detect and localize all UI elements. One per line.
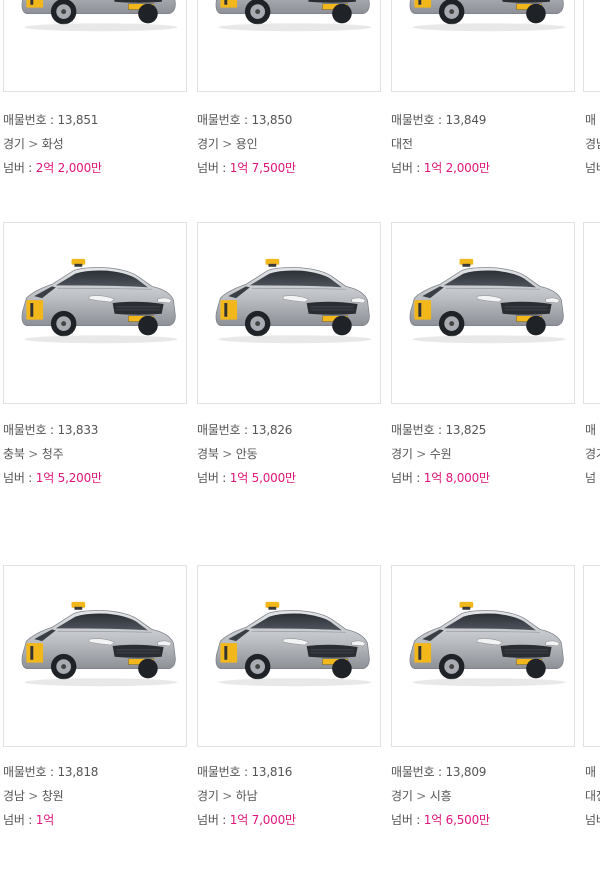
listing-thumbnail[interactable]: [391, 565, 575, 747]
listing-number: 매: [585, 423, 596, 437]
taxi-car-image: [400, 255, 568, 353]
listing-price: 넘버: [585, 813, 600, 827]
listing-thumbnail[interactable]: [583, 0, 600, 92]
listing-number: 매물번호 : 13,825: [391, 423, 487, 437]
listing-price: 넘: [585, 471, 596, 485]
listing-thumbnail[interactable]: [197, 565, 381, 747]
taxi-car-image: [400, 598, 568, 696]
listing-price: 넘버 : 1억 5,200만: [3, 471, 102, 485]
listing-price: 넘버 : 1억 6,500만: [391, 813, 490, 827]
listing-number: 매물번호 : 13,809: [391, 765, 487, 779]
listing-location: 충북 > 청주: [3, 447, 64, 461]
listing-price: 넘버 : 1억: [3, 813, 55, 827]
listing-number: 매물번호 : 13,851: [3, 113, 99, 127]
listing-location: 경북 > 안동: [197, 447, 258, 461]
listing-thumbnail[interactable]: [3, 0, 187, 92]
listing-location: 경기 > 시흥: [391, 789, 452, 803]
listing-number: 매: [585, 765, 596, 779]
listing-price: 넘버 : 1억 2,000만: [391, 161, 490, 175]
listing-thumbnail[interactable]: [3, 222, 187, 404]
listing-thumbnail[interactable]: [197, 0, 381, 92]
taxi-car-image: [206, 0, 374, 41]
listing-price: 넘버 : 2억 2,000만: [3, 161, 102, 175]
listing-location: 대전: [585, 789, 600, 803]
listing-number: 매물번호 : 13,833: [3, 423, 99, 437]
taxi-car-image: [206, 255, 374, 353]
listing-price: 넘버 : 1억 7,500만: [197, 161, 296, 175]
listing-thumbnail[interactable]: [197, 222, 381, 404]
taxi-car-image: [400, 0, 568, 41]
listing-location: 경남: [585, 137, 600, 151]
listing-location: 경기 > 용인: [197, 137, 258, 151]
taxi-car-image: [12, 255, 180, 353]
listing-location: 대전: [391, 137, 413, 151]
taxi-car-image: [12, 0, 180, 41]
listing-thumbnail[interactable]: [583, 222, 600, 404]
listing-location: 경기: [585, 447, 600, 461]
listing-thumbnail[interactable]: [583, 565, 600, 747]
taxi-car-image: [12, 598, 180, 696]
listing-location: 경기 > 수원: [391, 447, 452, 461]
listing-location: 경기 > 하남: [197, 789, 258, 803]
listing-location: 경기 > 화성: [3, 137, 64, 151]
listing-number: 매물번호 : 13,850: [197, 113, 293, 127]
listing-number: 매: [585, 113, 596, 127]
listing-price: 넘버 : 1억 7,000만: [197, 813, 296, 827]
listing-price: 넘버 : 1억 5,000만: [197, 471, 296, 485]
listing-number: 매물번호 : 13,849: [391, 113, 487, 127]
listing-price: 넘버 : 1억 8,000만: [391, 471, 490, 485]
listing-thumbnail[interactable]: [3, 565, 187, 747]
listing-price: 넘버: [585, 161, 600, 175]
listing-location: 경남 > 창원: [3, 789, 64, 803]
listing-number: 매물번호 : 13,818: [3, 765, 99, 779]
listing-thumbnail[interactable]: [391, 0, 575, 92]
listing-thumbnail[interactable]: [391, 222, 575, 404]
listing-number: 매물번호 : 13,826: [197, 423, 293, 437]
partial-listing-card[interactable]: 매 경남 넘버 매 경기 넘 매 대전 넘버: [583, 0, 600, 875]
listing-number: 매물번호 : 13,816: [197, 765, 293, 779]
taxi-car-image: [206, 598, 374, 696]
